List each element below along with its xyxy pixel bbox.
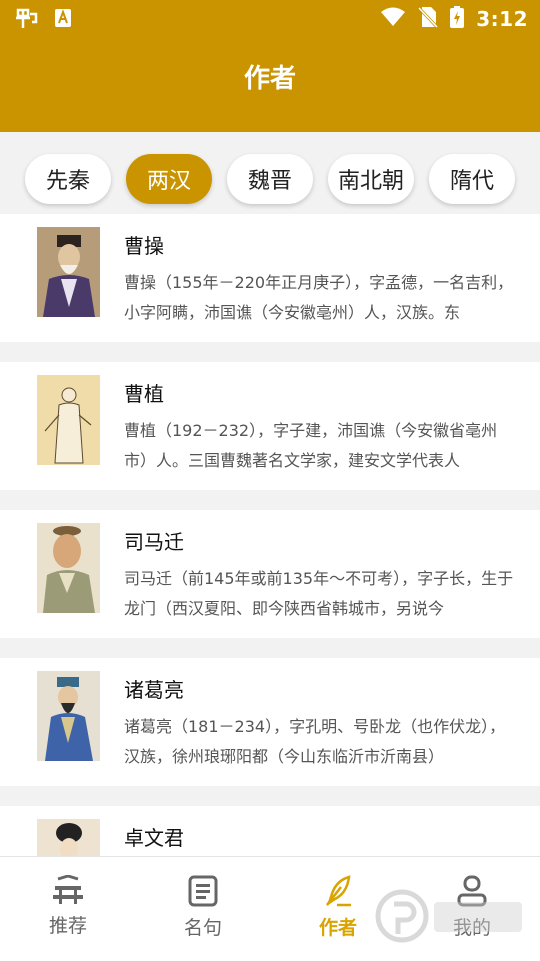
author-name: 卓文君 xyxy=(124,826,184,850)
watermark-logo xyxy=(372,880,532,954)
wifi-icon xyxy=(380,7,406,31)
author-name: 曹植 xyxy=(124,382,164,406)
tab-weijin[interactable]: 魏晋 xyxy=(227,154,313,204)
battery-charging-icon xyxy=(450,6,465,32)
author-portrait xyxy=(37,523,100,613)
author-name: 司马迁 xyxy=(124,530,184,554)
document-icon xyxy=(188,875,218,907)
page-title: 作者 xyxy=(243,64,296,94)
status-bar: 3:12 xyxy=(0,0,540,38)
bug-icon xyxy=(14,6,40,34)
nav-label: 名句 xyxy=(183,917,222,939)
nav-quotes[interactable]: 名句 xyxy=(163,875,243,955)
tab-lianghan[interactable]: 两汉 xyxy=(126,154,212,204)
tab-suidai[interactable]: 隋代 xyxy=(429,154,515,204)
author-desc: 曹操（155年－220年正月庚子），字孟德，一名吉利，小字阿瞒，沛国谯（今安徽亳… xyxy=(124,273,514,322)
author-portrait xyxy=(37,375,100,465)
app-header: 3:12 作者 xyxy=(0,0,540,132)
author-list: 曹操 曹操（155年－220年正月庚子），字孟德，一名吉利，小字阿瞒，沛国谯（今… xyxy=(0,214,540,856)
author-portrait xyxy=(37,227,100,317)
status-time: 3:12 xyxy=(476,7,528,31)
nav-authors[interactable]: 作者 xyxy=(298,875,378,955)
keyboard-a-icon xyxy=(54,8,72,32)
author-card[interactable]: 曹操 曹操（155年－220年正月庚子），字孟德，一名吉利，小字阿瞒，沛国谯（今… xyxy=(0,214,540,342)
nav-label: 作者 xyxy=(318,917,357,939)
quill-icon xyxy=(323,875,353,907)
pavilion-icon xyxy=(52,875,84,905)
author-desc: 曹植（192－232），字子建，沛国谯（今安徽省亳州市）人。三国曹魏著名文学家，… xyxy=(124,421,498,470)
tab-xianqin[interactable]: 先秦 xyxy=(25,154,111,204)
author-card[interactable]: 曹植 曹植（192－232），字子建，沛国谯（今安徽省亳州市）人。三国曹魏著名文… xyxy=(0,362,540,490)
author-card[interactable]: 诸葛亮 诸葛亮（181－234），字孔明、号卧龙（也作伏龙），汉族，徐州琅琊阳都… xyxy=(0,658,540,786)
nav-recommend[interactable]: 推荐 xyxy=(28,875,108,955)
author-portrait xyxy=(37,819,100,856)
author-name: 曹操 xyxy=(124,234,164,258)
author-card[interactable]: 卓文君 xyxy=(0,806,540,856)
author-name: 诸葛亮 xyxy=(124,678,184,702)
dynasty-tabs: 先秦 两汉 魏晋 南北朝 隋代 xyxy=(0,132,540,214)
author-card[interactable]: 司马迁 司马迁（前145年或前135年～不可考），字子长，生于龙门（西汉夏阳、即… xyxy=(0,510,540,638)
author-desc: 司马迁（前145年或前135年～不可考），字子长，生于龙门（西汉夏阳、即今陕西省… xyxy=(124,569,514,618)
nav-label: 推荐 xyxy=(48,915,87,937)
no-sim-icon xyxy=(418,6,439,32)
tab-nanbeichao[interactable]: 南北朝 xyxy=(328,154,414,204)
author-desc: 诸葛亮（181－234），字孔明、号卧龙（也作伏龙），汉族，徐州琅琊阳都（今山东… xyxy=(124,717,506,766)
author-portrait xyxy=(37,671,100,761)
